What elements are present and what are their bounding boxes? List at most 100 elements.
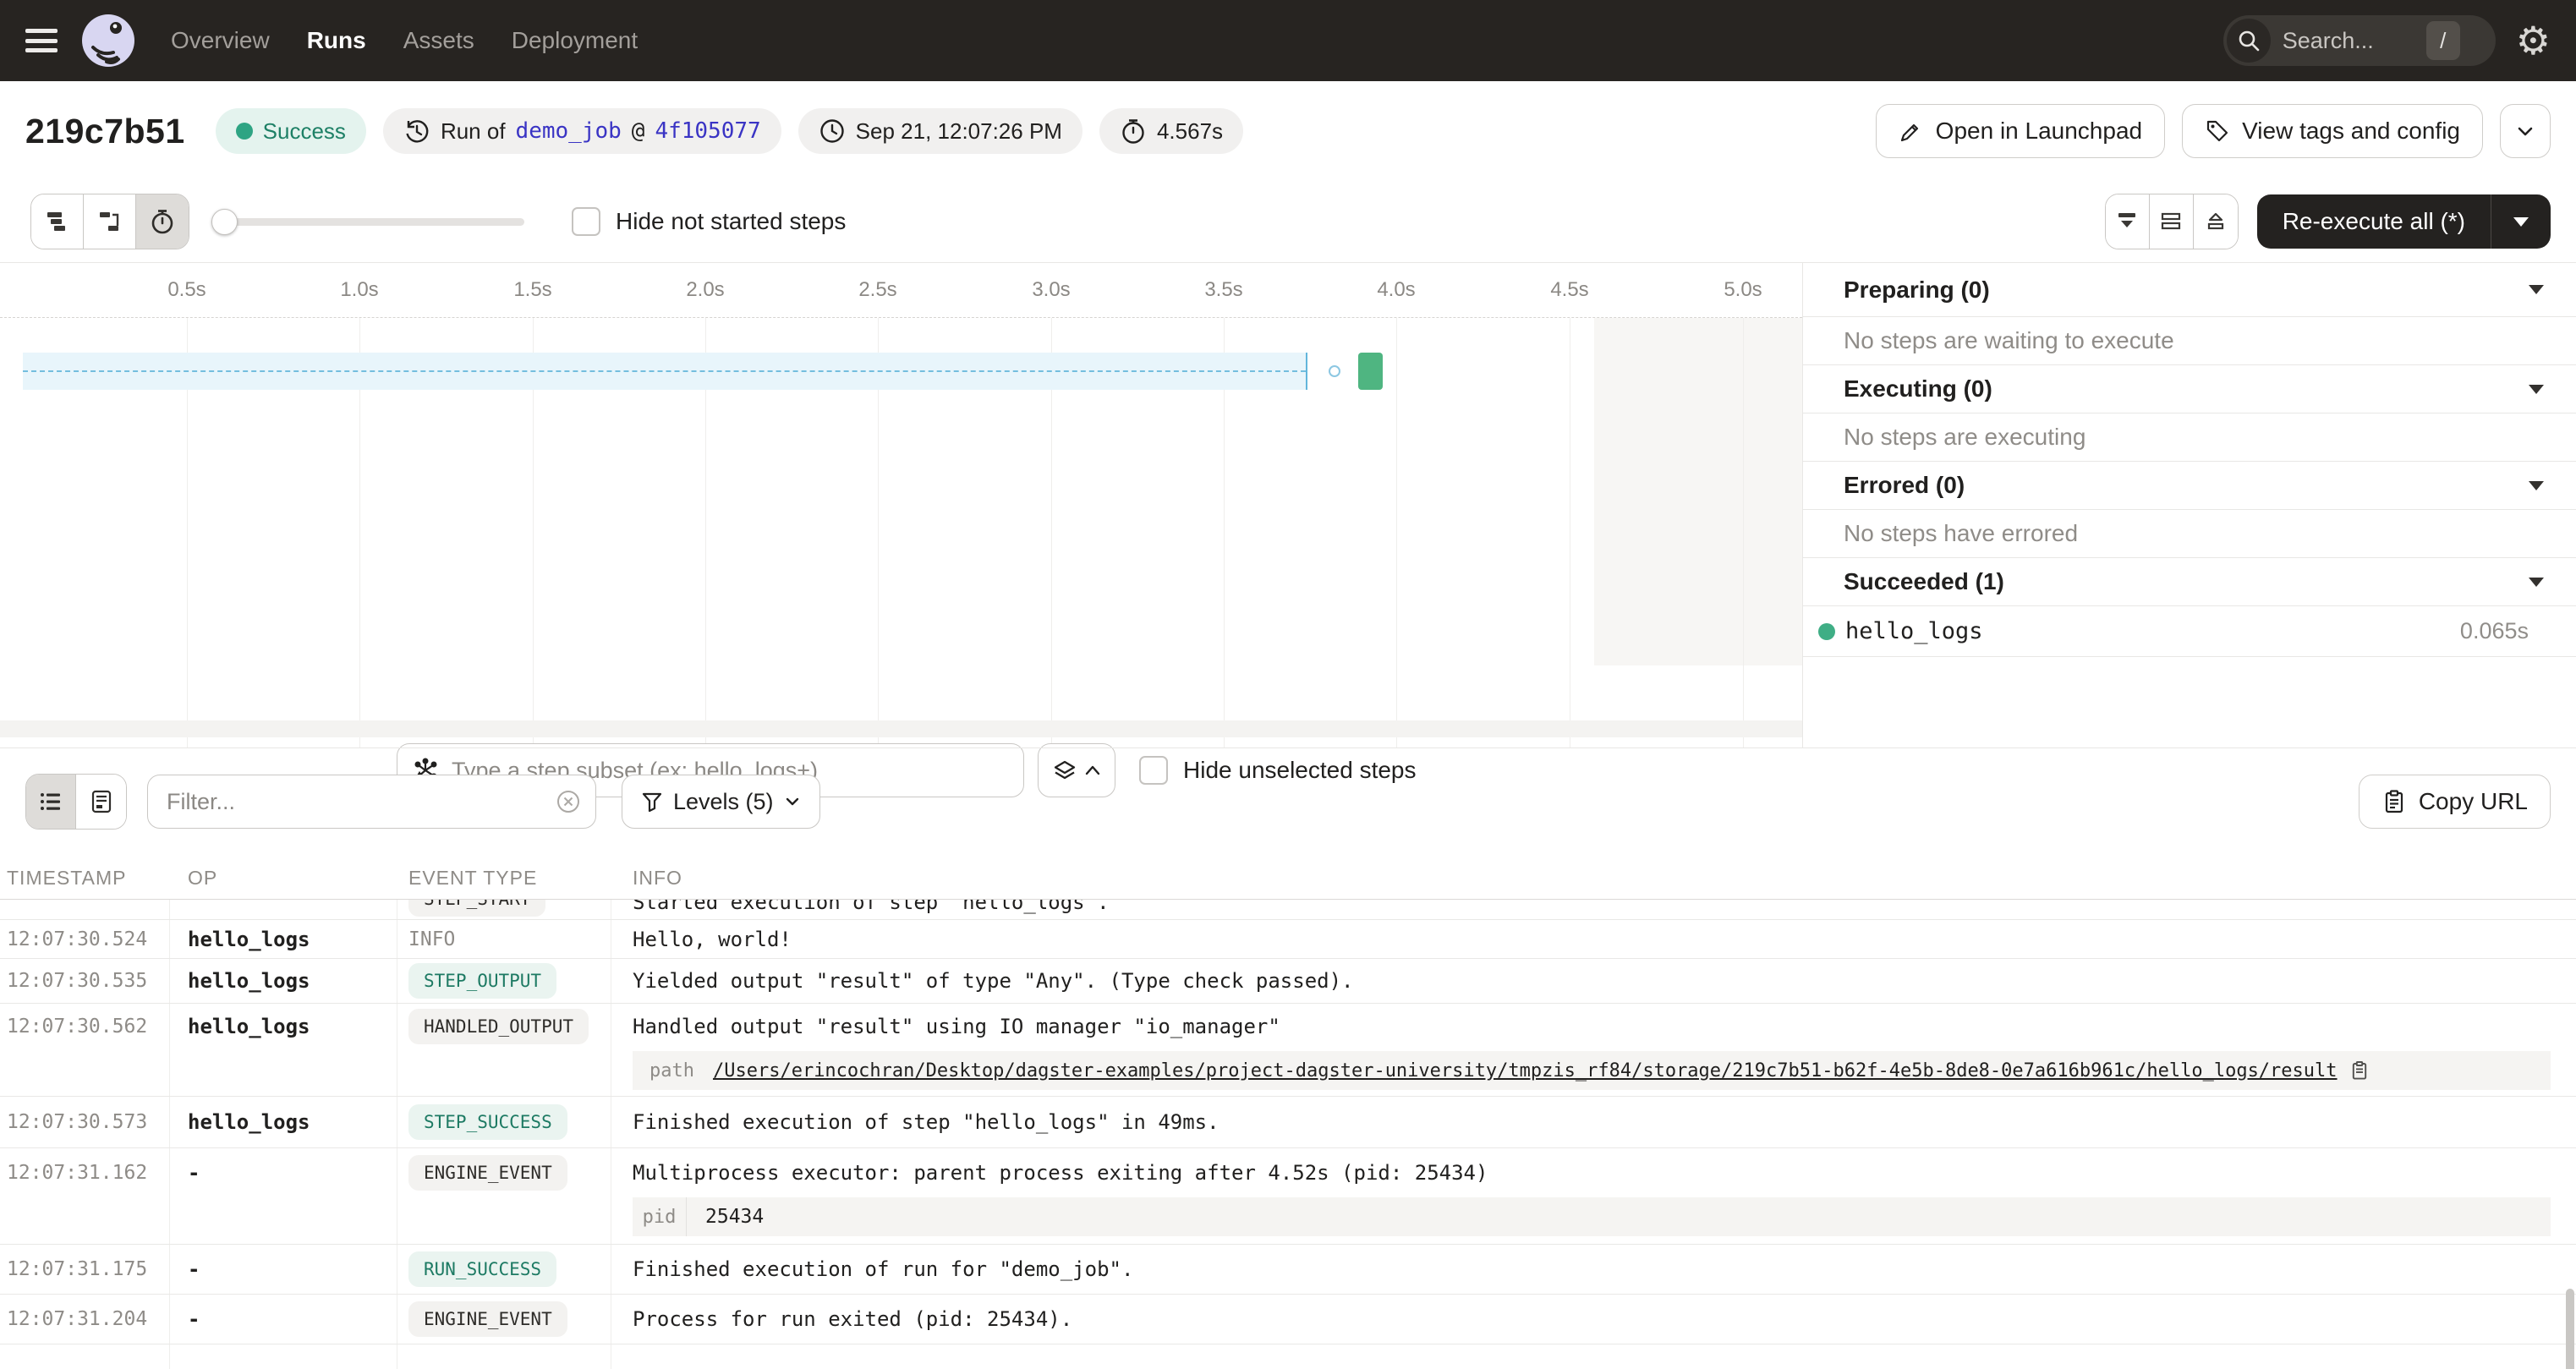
section-succeeded[interactable]: Succeeded (1) xyxy=(1803,558,2576,606)
log-row-step-success[interactable]: 12:07:30.573 hello_logs STEP_SUCCESS Fin… xyxy=(0,1097,2576,1148)
log-row-info[interactable]: 12:07:30.524 hello_logs INFO Hello, worl… xyxy=(0,920,2576,959)
log-timestamp: 12:07:31.162 xyxy=(7,1162,147,1184)
hide-not-started-checkbox[interactable]: Hide not started steps xyxy=(572,207,846,236)
collapse-panel-button[interactable] xyxy=(2106,194,2150,249)
history-icon xyxy=(403,118,430,145)
col-timestamp: TIMESTAMP xyxy=(7,867,126,890)
checkbox-box[interactable] xyxy=(572,207,600,236)
search-input[interactable] xyxy=(2283,28,2426,54)
dagster-logo-icon[interactable] xyxy=(81,14,135,68)
log-op: - xyxy=(188,1257,200,1281)
step-execution-bar[interactable] xyxy=(1358,353,1383,390)
nav-item-runs[interactable]: Runs xyxy=(307,27,366,54)
timed-view-button[interactable] xyxy=(136,194,189,249)
view-tags-config-button[interactable]: View tags and config xyxy=(2182,104,2483,158)
open-in-launchpad-button[interactable]: Open in Launchpad xyxy=(1876,104,2165,158)
step-duration: 0.065s xyxy=(2460,618,2529,644)
split-panel-button[interactable] xyxy=(2150,194,2194,249)
nav-links: Overview Runs Assets Deployment xyxy=(171,27,638,54)
log-row-step-start[interactable]: STEP_START Started execution of step "he… xyxy=(0,900,2576,920)
log-op: hello_logs xyxy=(188,969,310,993)
waterfall-view-button[interactable] xyxy=(84,194,136,249)
section-executing[interactable]: Executing (0) xyxy=(1803,365,2576,413)
nav-item-deployment[interactable]: Deployment xyxy=(512,27,638,54)
chevron-down-icon xyxy=(784,795,801,808)
flat-view-button[interactable] xyxy=(31,194,84,249)
path-link[interactable]: /Users/erincochran/Desktop/dagster-examp… xyxy=(713,1060,2338,1082)
event-type-badge: STEP_OUTPUT xyxy=(408,963,556,999)
event-type-badge: ENGINE_EVENT xyxy=(408,1301,567,1337)
section-title: Succeeded (1) xyxy=(1844,568,2004,595)
clear-filter-icon[interactable] xyxy=(555,788,582,815)
axis-tick: 0.5s xyxy=(167,278,206,302)
nav-item-assets[interactable]: Assets xyxy=(403,27,474,54)
slider-thumb[interactable] xyxy=(211,209,238,235)
section-errored-empty: No steps have errored xyxy=(1803,510,2576,558)
tag-icon xyxy=(2205,118,2230,144)
table-log-view-button[interactable] xyxy=(26,775,76,829)
levels-filter-button[interactable]: Levels (5) xyxy=(622,775,820,829)
metadata-label: path xyxy=(649,1060,694,1082)
log-timestamp: 12:07:31.175 xyxy=(7,1258,147,1280)
log-info: Finished execution of run for "demo_job"… xyxy=(633,1257,1133,1281)
hamburger-menu-icon[interactable] xyxy=(25,29,58,52)
job-link[interactable]: demo_job xyxy=(516,118,622,144)
nav-item-overview[interactable]: Overview xyxy=(171,27,270,54)
log-op: hello_logs xyxy=(188,1015,310,1038)
log-op: hello_logs xyxy=(188,1110,310,1134)
copy-path-icon[interactable] xyxy=(2349,1060,2370,1081)
metadata-path-row: path /Users/erincochran/Desktop/dagster-… xyxy=(633,1051,2551,1090)
step-success-dot-icon xyxy=(1818,623,1835,640)
log-table-header: TIMESTAMP OP EVENT TYPE INFO xyxy=(0,855,2576,900)
settings-gear-icon[interactable]: ⚙ xyxy=(2516,21,2551,60)
gantt-chart: 0.5s 1.0s 1.5s 2.0s 2.5s 3.0s 3.5s 4.0s … xyxy=(0,262,1802,747)
reexecute-dropdown-button[interactable] xyxy=(2491,217,2551,227)
axis-tick: 4.0s xyxy=(1377,278,1415,302)
log-filter-input[interactable] xyxy=(167,789,555,815)
log-vertical-scrollbar[interactable] xyxy=(2566,1289,2574,1369)
gantt-zoom-slider[interactable] xyxy=(211,194,524,249)
log-op: hello_logs xyxy=(188,928,310,951)
after-run-end-region xyxy=(1594,318,1802,665)
col-op: OP xyxy=(188,867,217,890)
log-row-engine-event-exit[interactable]: 12:07:31.204 - ENGINE_EVENT Process for … xyxy=(0,1295,2576,1344)
raw-log-view-button[interactable] xyxy=(76,775,126,829)
log-info: Yielded output "result" of type "Any". (… xyxy=(633,969,1354,993)
top-nav: Overview Runs Assets Deployment / ⚙ xyxy=(0,0,2576,81)
log-row-handled-output[interactable]: 12:07:30.562 hello_logs HANDLED_OUTPUT H… xyxy=(0,1004,2576,1097)
search-icon xyxy=(2227,19,2271,63)
axis-tick: 1.5s xyxy=(513,278,551,302)
reexecute-all-button[interactable]: Re-execute all (*) xyxy=(2257,194,2551,249)
copy-url-button[interactable]: Copy URL xyxy=(2359,775,2551,829)
log-row-engine-event[interactable]: 12:07:31.162 - ENGINE_EVENT Multiprocess… xyxy=(0,1148,2576,1245)
log-row-run-success[interactable]: 12:07:31.175 - RUN_SUCCESS Finished exec… xyxy=(0,1245,2576,1295)
log-event-type: INFO xyxy=(408,928,455,950)
event-type-badge: STEP_SUCCESS xyxy=(408,1104,567,1140)
log-info: Multiprocess executor: parent process ex… xyxy=(633,1161,1488,1185)
run-header: 219c7b51 Success Run of demo_job @ 4f105… xyxy=(0,81,2576,181)
col-event-type: EVENT TYPE xyxy=(408,867,537,890)
funnel-icon xyxy=(641,791,663,813)
expand-panel-button[interactable] xyxy=(2194,194,2238,249)
log-op: - xyxy=(188,1161,200,1185)
section-executing-empty: No steps are executing xyxy=(1803,413,2576,462)
global-search[interactable]: / xyxy=(2223,15,2496,66)
section-preparing[interactable]: Preparing (0) xyxy=(1803,263,2576,317)
event-type-badge: STEP_START xyxy=(408,900,545,917)
log-timestamp: 12:07:30.562 xyxy=(7,1016,147,1038)
section-errored[interactable]: Errored (0) xyxy=(1803,462,2576,510)
clipboard-icon xyxy=(2381,789,2407,814)
succeeded-step-row[interactable]: hello_logs 0.065s xyxy=(1803,606,2576,657)
section-title: Errored (0) xyxy=(1844,472,1965,499)
status-badge: Success xyxy=(216,108,366,154)
gantt-horizontal-scrollbar[interactable] xyxy=(0,720,1802,737)
axis-tick: 1.0s xyxy=(340,278,378,302)
metadata-pid-row: pid 25434 xyxy=(633,1197,2551,1236)
checkbox-label: Hide not started steps xyxy=(616,208,846,235)
log-row-step-output[interactable]: 12:07:30.535 hello_logs STEP_OUTPUT Yiel… xyxy=(0,959,2576,1004)
caret-down-icon xyxy=(2529,285,2544,294)
axis-tick: 3.5s xyxy=(1204,278,1242,302)
commit-link[interactable]: 4f105077 xyxy=(655,118,760,144)
run-logs-section: Levels (5) Copy URL TIMESTAMP OP EVENT T… xyxy=(0,747,2576,1368)
run-actions-dropdown-button[interactable] xyxy=(2500,104,2551,158)
